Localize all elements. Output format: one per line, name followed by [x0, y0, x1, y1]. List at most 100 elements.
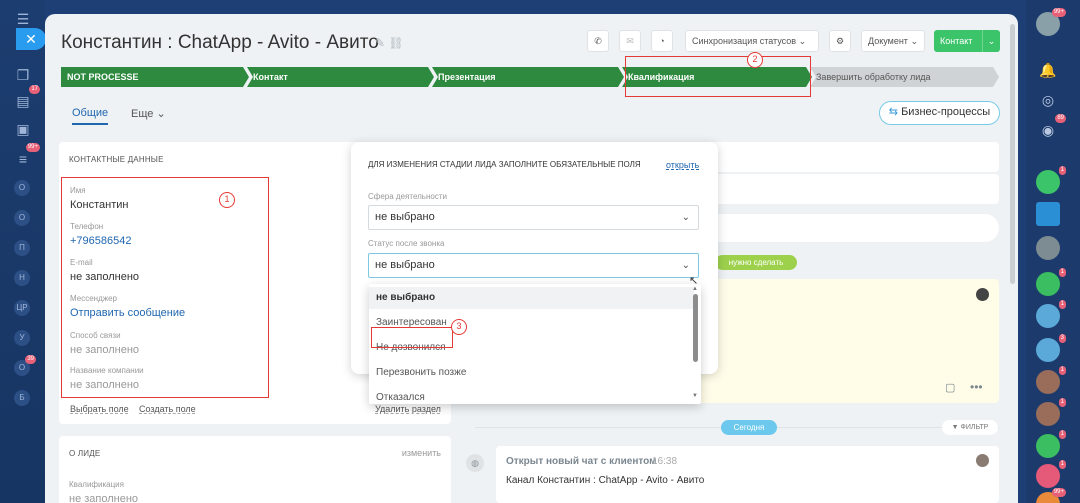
group-chat-icon[interactable]: 99+ [1036, 488, 1066, 503]
nav-circle[interactable]: У [14, 330, 30, 346]
chat-icon: ◔ [659, 36, 665, 46]
badge: 3 [1058, 334, 1066, 343]
popup-title: ДЛЯ ИЗМЕНЕНИЯ СТАДИИ ЛИДА ЗАПОЛНИТЕ ОБЯЗ… [368, 160, 641, 169]
group-chat-icon[interactable]: 1 [1036, 398, 1066, 426]
highlight-fields [61, 177, 269, 398]
tab-more[interactable]: Еще ⌄ [131, 107, 166, 120]
chat-icon[interactable]: ❐ [12, 64, 34, 86]
monitor-icon[interactable] [1036, 202, 1060, 226]
badge: 17 [29, 85, 40, 94]
mail-icon: ✉ [626, 36, 634, 46]
chevron-down-icon: ⌄ [681, 212, 690, 223]
stage-not-processed[interactable]: NOT PROCESSE [61, 67, 249, 87]
delete-section-link[interactable]: Удалить раздел [375, 404, 441, 414]
group-chat-icon[interactable]: 1 [1036, 268, 1066, 296]
call-status-select[interactable]: не выбрано ⌄ [368, 253, 699, 278]
tab-general[interactable]: Общие [72, 107, 109, 125]
field-label: Сфера деятельности [368, 192, 447, 201]
dropdown-option[interactable]: Перезвонить позже [376, 367, 466, 378]
nav-circle[interactable]: П [14, 240, 30, 256]
lead-info-card: О ЛИДЕ изменить Квалификация не заполнен… [59, 436, 451, 503]
group-chat-icon[interactable]: 1 [1036, 460, 1066, 488]
close-slider-button[interactable]: ✕ [16, 28, 46, 50]
chat-icon[interactable]: ◉ 89 [1036, 114, 1066, 142]
annotation-number: 3 [451, 319, 467, 335]
highlight-stage [625, 56, 811, 97]
nav-circle[interactable]: Б [14, 390, 30, 406]
timeline-text: Канал Константин : ChatApp - Avito - Ави… [506, 475, 705, 486]
todo-badge: нужно сделать [715, 255, 797, 270]
highlight-option [371, 327, 453, 348]
create-field-link[interactable]: Создать поле [139, 404, 196, 414]
mail-button[interactable]: ✉ [619, 30, 641, 52]
group-chat-icon[interactable]: 1 [1036, 430, 1066, 458]
edit-title-icon[interactable]: ✎ ⛓ [375, 36, 404, 50]
bell-icon[interactable]: 🔔 [1036, 58, 1060, 82]
select-field-link[interactable]: Выбрать поле [70, 404, 129, 414]
nav-circle[interactable]: О [14, 180, 30, 196]
badge: 99+ [1051, 8, 1066, 17]
document-button[interactable]: Документ ⌄ [861, 30, 925, 52]
tasks-icon[interactable]: ▣ [12, 118, 34, 140]
open-link[interactable]: открыть [666, 160, 699, 170]
badge: 1 [1058, 430, 1066, 439]
today-badge: Сегодня [721, 420, 777, 435]
stage-contact[interactable]: Контакт [247, 67, 434, 87]
badge: 1 [1058, 398, 1066, 407]
lead-slider-panel: Константин : ChatApp - Avito - Авито ✎ ⛓… [45, 14, 1018, 503]
card-header: КОНТАКТНЫЕ ДАННЫЕ [69, 155, 164, 164]
scroll-up-icon[interactable]: ▲ [692, 286, 698, 292]
chat-button[interactable]: ◔ [651, 30, 673, 52]
scroll-down-icon[interactable]: ▼ [692, 393, 698, 399]
stage-finish[interactable]: Завершить обработку лида [810, 67, 999, 87]
field-label: Статус после звонка [368, 239, 445, 248]
spiral-icon[interactable]: ◎ [1036, 88, 1060, 112]
more-icon[interactable]: ••• [970, 380, 983, 394]
nav-circle[interactable]: Н [14, 270, 30, 286]
user-avatar[interactable] [1036, 236, 1060, 260]
handshake-icon[interactable]: 1 [1036, 166, 1066, 194]
chevron-down-icon: ⌄ [798, 36, 807, 46]
field-label: Квалификация [69, 480, 124, 489]
left-sidebar: ☰ ❐ ▤ 17 ▣ ≡ 99+ О О П Н ЦР У О 39 Б [0, 0, 45, 503]
note-icon[interactable]: ▢ [945, 381, 955, 394]
menu-icon[interactable]: ☰ [12, 8, 34, 30]
filter-button[interactable]: ▼ ФИЛЬТР [942, 420, 998, 435]
feed-icon[interactable]: ▤ 17 [12, 85, 40, 112]
activity-sphere-select[interactable]: не выбрано ⌄ [368, 205, 699, 230]
settings-button[interactable]: ⚙ [829, 30, 851, 52]
nav-circle[interactable]: О 39 [14, 355, 36, 376]
dropdown-scrollbar[interactable] [693, 294, 698, 362]
dropdown-option[interactable]: не выбрано [369, 287, 694, 309]
chevron-down-icon: ⌄ [156, 108, 166, 120]
nav-circle[interactable]: ЦР [14, 300, 30, 316]
badge: 1 [1058, 300, 1066, 309]
edit-link[interactable]: изменить [402, 448, 441, 458]
stage-presentation[interactable]: Презентация [432, 67, 624, 87]
chevron-down-icon[interactable]: ⌄ [982, 30, 1000, 52]
badge: 89 [1055, 114, 1066, 123]
badge: 99+ [1051, 488, 1066, 497]
sync-status-select[interactable]: Синхронизация статусов ⌄ [685, 30, 819, 52]
panel-scrollbar[interactable] [1010, 24, 1015, 284]
filter-icon[interactable]: ≡ 99+ [12, 143, 40, 170]
group-chat-icon[interactable]: 3 [1036, 334, 1066, 362]
contact-button[interactable]: Контакт ⌄ [934, 30, 1000, 52]
chat-icon: ◍ [466, 454, 484, 472]
group-chat-icon[interactable]: 1 [1036, 366, 1066, 394]
timeline-time: 16:38 [652, 456, 678, 467]
dropdown-option[interactable]: Отказался [376, 392, 425, 403]
nav-circle[interactable]: О [14, 210, 30, 226]
phone-button[interactable]: ✆ [587, 30, 609, 52]
phone-icon: ✆ [594, 36, 602, 46]
group-chat-icon[interactable]: 1 [1036, 300, 1066, 328]
gear-icon: ⚙ [835, 36, 845, 46]
badge: 1 [1058, 166, 1066, 175]
timeline-item: Открыт новый чат с клиентом 16:38 Канал … [496, 446, 999, 503]
business-processes-button[interactable]: ⇆ Бизнес-процессы [879, 101, 1000, 125]
user-avatar [976, 288, 989, 301]
workflow-icon: ⇆ [888, 106, 898, 118]
user-avatar[interactable]: 99+ [1036, 8, 1066, 36]
badge: 1 [1058, 366, 1066, 375]
annotation-number: 2 [747, 52, 763, 68]
